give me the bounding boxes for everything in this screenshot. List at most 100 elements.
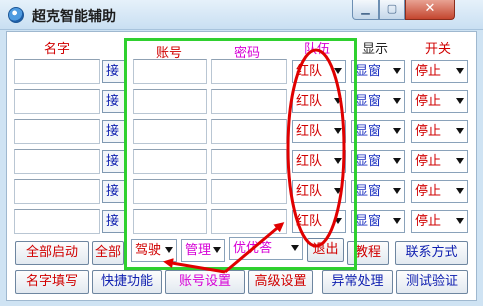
account-field[interactable] bbox=[133, 149, 207, 174]
display-value: 显窗 bbox=[355, 64, 382, 79]
display-value: 显窗 bbox=[355, 94, 382, 109]
maximize-button[interactable]: ▢ bbox=[379, 0, 405, 20]
display-value: 显窗 bbox=[355, 154, 382, 169]
tutorial-button[interactable]: 教程 bbox=[347, 241, 389, 265]
team-select[interactable]: 红队 bbox=[292, 210, 346, 233]
switch-value: 停止 bbox=[415, 94, 442, 109]
chevron-down-icon bbox=[456, 158, 464, 164]
start-all-button[interactable]: 全部启动 bbox=[15, 241, 89, 265]
display-select[interactable]: 显窗 bbox=[351, 180, 405, 203]
header-switch: 开关 bbox=[425, 42, 452, 57]
display-value: 显窗 bbox=[355, 184, 382, 199]
driver-select[interactable]: 驾驶 bbox=[131, 239, 177, 262]
team-select[interactable]: 红队 bbox=[292, 150, 346, 173]
priority-value: 优优答 bbox=[233, 241, 273, 256]
switch-select[interactable]: 停止 bbox=[411, 90, 468, 113]
team-value: 红队 bbox=[296, 184, 323, 199]
password-field[interactable] bbox=[211, 119, 287, 144]
driver-value: 驾驶 bbox=[135, 243, 162, 258]
chevron-down-icon bbox=[456, 128, 464, 134]
chevron-down-icon bbox=[393, 158, 401, 164]
chevron-down-icon bbox=[291, 245, 299, 251]
team-select[interactable]: 红队 bbox=[292, 120, 346, 143]
manage-select[interactable]: 管理 bbox=[181, 239, 225, 262]
display-select[interactable]: 显窗 bbox=[351, 120, 405, 143]
header-name: 名字 bbox=[44, 42, 71, 57]
chevron-down-icon bbox=[456, 188, 464, 194]
chevron-down-icon bbox=[334, 68, 342, 74]
password-field[interactable] bbox=[211, 59, 287, 84]
connect-button[interactable]: 接 bbox=[102, 90, 124, 113]
test-verify-button[interactable]: 测试验证 bbox=[396, 270, 468, 294]
advanced-settings-button[interactable]: 高级设置 bbox=[248, 270, 313, 294]
password-field[interactable] bbox=[211, 149, 287, 174]
account-field[interactable] bbox=[133, 179, 207, 204]
connect-button[interactable]: 接 bbox=[102, 210, 124, 233]
title-bar: 超克智能辅助 ▁ ▢ ✕ bbox=[0, 0, 483, 30]
password-field[interactable] bbox=[211, 89, 287, 114]
minimize-button[interactable]: ▁ bbox=[352, 0, 379, 20]
chevron-down-icon bbox=[393, 98, 401, 104]
name-field[interactable] bbox=[14, 89, 100, 114]
team-value: 红队 bbox=[296, 94, 323, 109]
team-value: 红队 bbox=[296, 64, 323, 79]
chevron-down-icon bbox=[165, 247, 173, 253]
chevron-down-icon bbox=[456, 68, 464, 74]
switch-value: 停止 bbox=[415, 124, 442, 139]
switch-value: 停止 bbox=[415, 214, 442, 229]
account-field[interactable] bbox=[133, 209, 207, 234]
fill-names-button[interactable]: 名字填写 bbox=[15, 270, 89, 294]
contact-button[interactable]: 联系方式 bbox=[395, 241, 468, 265]
name-field[interactable] bbox=[14, 179, 100, 204]
chevron-down-icon bbox=[456, 218, 464, 224]
switch-select[interactable]: 停止 bbox=[411, 60, 468, 83]
team-value: 红队 bbox=[296, 154, 323, 169]
team-select[interactable]: 红队 bbox=[292, 90, 346, 113]
connect-button[interactable]: 接 bbox=[102, 120, 124, 143]
account-field[interactable] bbox=[133, 119, 207, 144]
chevron-down-icon bbox=[334, 128, 342, 134]
team-select[interactable]: 红队 bbox=[292, 180, 346, 203]
header-team: 队伍 bbox=[304, 42, 331, 57]
switch-select[interactable]: 停止 bbox=[411, 210, 468, 233]
display-select[interactable]: 显窗 bbox=[351, 210, 405, 233]
password-field[interactable] bbox=[211, 209, 287, 234]
all-partial-button[interactable]: 全部 bbox=[92, 241, 124, 265]
chevron-down-icon bbox=[334, 218, 342, 224]
chevron-down-icon bbox=[334, 158, 342, 164]
account-settings-button[interactable]: 账号设置 bbox=[165, 270, 245, 294]
chevron-down-icon bbox=[334, 98, 342, 104]
display-select[interactable]: 显窗 bbox=[351, 60, 405, 83]
account-field[interactable] bbox=[133, 89, 207, 114]
name-field[interactable] bbox=[14, 209, 100, 234]
display-value: 显窗 bbox=[355, 124, 382, 139]
switch-value: 停止 bbox=[415, 184, 442, 199]
chevron-down-icon bbox=[213, 247, 221, 253]
connect-button[interactable]: 接 bbox=[102, 150, 124, 173]
display-select[interactable]: 显窗 bbox=[351, 90, 405, 113]
exception-handling-button[interactable]: 异常处理 bbox=[322, 270, 393, 294]
header-display: 显示 bbox=[362, 42, 389, 57]
connect-button[interactable]: 接 bbox=[102, 60, 124, 83]
chevron-down-icon bbox=[393, 68, 401, 74]
switch-select[interactable]: 停止 bbox=[411, 120, 468, 143]
chevron-down-icon bbox=[456, 98, 464, 104]
team-select[interactable]: 红队 bbox=[292, 60, 346, 83]
name-field[interactable] bbox=[14, 119, 100, 144]
password-field[interactable] bbox=[211, 179, 287, 204]
shortcuts-button[interactable]: 快捷功能 bbox=[92, 270, 162, 294]
account-field[interactable] bbox=[133, 59, 207, 84]
priority-select[interactable]: 优优答 bbox=[229, 237, 303, 260]
connect-button[interactable]: 接 bbox=[102, 180, 124, 203]
exit-button[interactable]: 退出 bbox=[307, 238, 344, 262]
name-field[interactable] bbox=[14, 59, 100, 84]
close-button[interactable]: ✕ bbox=[405, 0, 455, 20]
switch-select[interactable]: 停止 bbox=[411, 150, 468, 173]
team-value: 红队 bbox=[296, 214, 323, 229]
switch-select[interactable]: 停止 bbox=[411, 180, 468, 203]
team-value: 红队 bbox=[296, 124, 323, 139]
switch-value: 停止 bbox=[415, 64, 442, 79]
name-field[interactable] bbox=[14, 149, 100, 174]
manage-value: 管理 bbox=[185, 243, 212, 258]
display-select[interactable]: 显窗 bbox=[351, 150, 405, 173]
